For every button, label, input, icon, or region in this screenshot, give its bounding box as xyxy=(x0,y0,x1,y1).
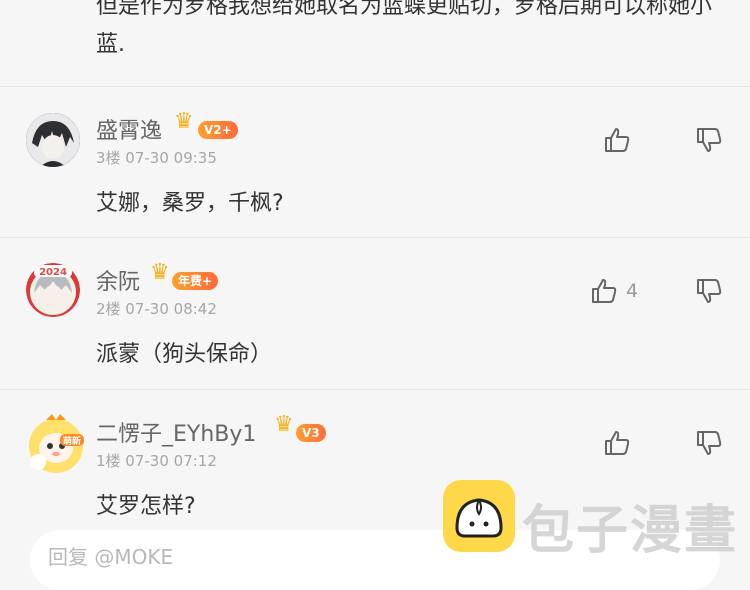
previous-comment-text: 但是作为罗格我想给她取名为蓝蝶更贴切，罗格后期可以称她小蓝. xyxy=(96,0,713,57)
avatar[interactable]: 2024 xyxy=(26,263,80,317)
svg-text:2024: 2024 xyxy=(39,267,67,278)
crown-icon: ♛ xyxy=(150,260,170,285)
svg-text:萌新: 萌新 xyxy=(63,435,81,447)
reply-placeholder: 回复 @MOKE xyxy=(48,545,174,569)
username[interactable]: 盛霄逸 xyxy=(96,113,162,145)
thumb-up-icon[interactable] xyxy=(602,125,632,155)
watermark-text: 包子漫畫 xyxy=(522,501,739,561)
thumb-down-icon[interactable] xyxy=(694,428,724,458)
username[interactable]: 余阮 xyxy=(96,264,140,296)
comment-meta: 1楼 07-30 07:12 xyxy=(96,452,217,470)
thumb-down-icon[interactable] xyxy=(694,125,724,155)
avatar[interactable]: 萌新 xyxy=(26,412,84,473)
thumb-up-icon[interactable] xyxy=(602,428,632,458)
avatar[interactable] xyxy=(26,113,80,167)
vip-badge: V3 xyxy=(296,424,326,442)
comment-meta: 2楼 07-30 08:42 xyxy=(96,300,217,318)
thumb-up-icon[interactable] xyxy=(589,276,619,306)
username[interactable]: 二愣子_EYhBy1 xyxy=(96,416,256,448)
crown-icon: ♛ xyxy=(274,412,294,437)
thumb-down-icon[interactable] xyxy=(694,276,724,306)
comment-meta: 3楼 07-30 09:35 xyxy=(96,149,217,167)
comment-text: 派蒙（狗头保命） xyxy=(96,342,273,367)
vip-badge: 年费+ xyxy=(172,272,219,290)
like-count: 4 xyxy=(626,280,639,302)
comment-text: 艾罗怎样? xyxy=(96,494,196,519)
comment-item: 盛霄逸 ♛ V2+ 3楼 07-30 09:35 艾娜，桑罗，千枫? xyxy=(0,87,750,237)
comment-item: 2024 余阮 ♛ 年费+ 2楼 07-30 08:42 派蒙（狗头保命） 4 xyxy=(0,238,750,388)
vip-badge: V2+ xyxy=(198,121,238,139)
crown-icon: ♛ xyxy=(174,109,194,134)
comment-text: 艾娜，桑罗，千枫? xyxy=(96,191,284,216)
watermark-logo-icon xyxy=(443,480,515,552)
